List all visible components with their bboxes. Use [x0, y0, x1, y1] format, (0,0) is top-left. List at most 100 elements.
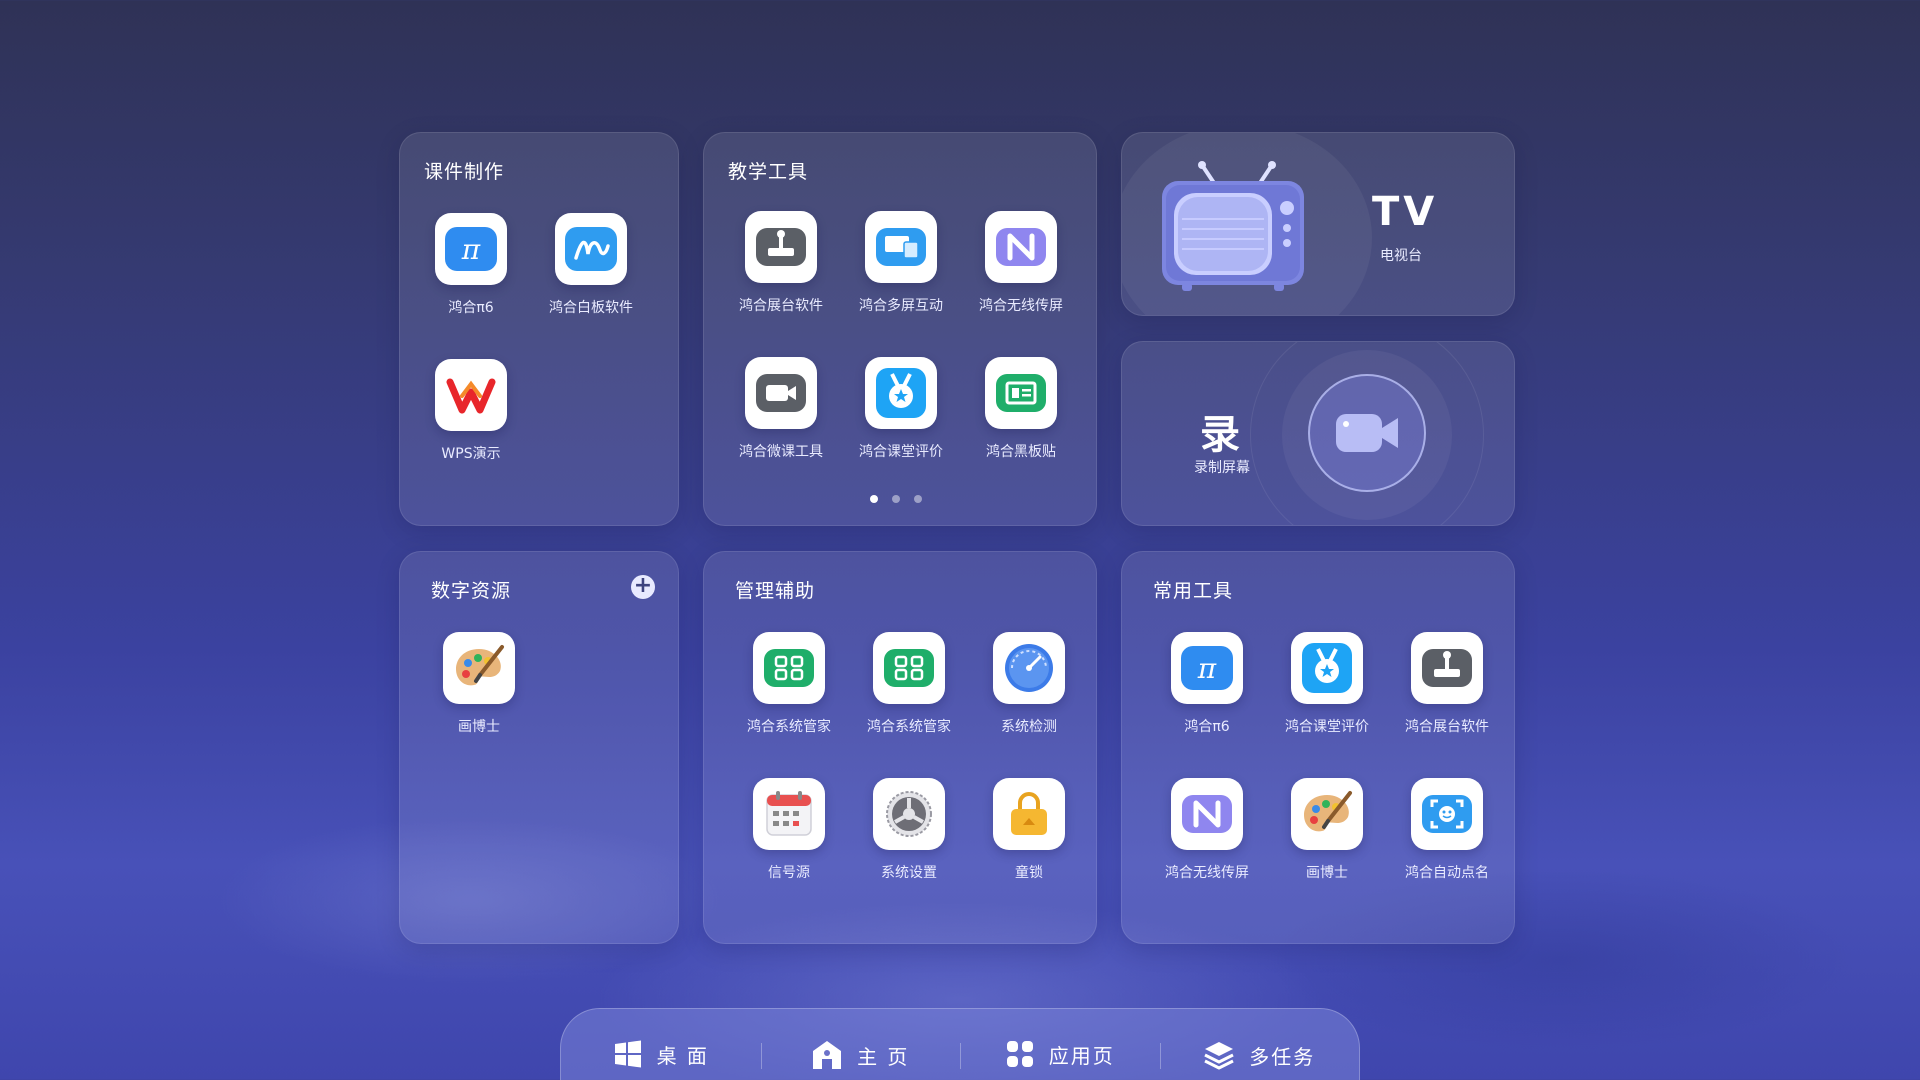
card-title: 课件制作 [424, 161, 505, 183]
taskbar-home[interactable]: 主 页 [760, 1039, 961, 1071]
record-button[interactable] [1308, 374, 1426, 492]
app-whiteboard[interactable]: 鸿合白板软件 [531, 213, 651, 317]
app-label: 鸿合系统管家 [867, 719, 951, 735]
app-label: 画博士 [1306, 865, 1348, 881]
common-tools-card: 常用工具 π 鸿合π6 鸿合课堂评价 鸿合展台软件 鸿合无线传屏 画博士 鸿合自… [1121, 551, 1515, 944]
app-class-evaluation[interactable]: 鸿合课堂评价 [841, 357, 961, 461]
wireless-cast-icon [985, 211, 1057, 283]
video-camera-icon [1336, 414, 1398, 452]
home-icon [813, 1041, 842, 1069]
document-camera-icon [1411, 632, 1483, 704]
bottom-taskbar: 桌 面 主 页 应用页 多任务 [560, 1008, 1360, 1080]
app-label: 画博士 [458, 719, 500, 735]
app-label: 鸿合展台软件 [1405, 719, 1489, 735]
app-system-manager-2[interactable]: 鸿合系统管家 [849, 632, 969, 736]
app-pi6[interactable]: π 鸿合π6 [411, 213, 531, 317]
taskbar-desktop[interactable]: 桌 面 [561, 1039, 761, 1069]
calendar-icon [753, 778, 825, 850]
app-paint-doctor[interactable]: 画博士 [1267, 778, 1387, 882]
app-label: 鸿合自动点名 [1405, 865, 1489, 881]
app-multiscreen[interactable]: 鸿合多屏互动 [841, 211, 961, 315]
app-label: 信号源 [768, 865, 810, 881]
app-wps[interactable]: WPS演示 [411, 359, 531, 463]
apps-grid-icon [1006, 1041, 1033, 1067]
record-title: 录 [1200, 412, 1240, 458]
app-label: 鸿合无线传屏 [1165, 865, 1249, 881]
document-camera-icon [745, 211, 817, 283]
app-document-camera[interactable]: 鸿合展台软件 [1387, 632, 1507, 736]
multiscreen-icon [865, 211, 937, 283]
medal-icon [1291, 632, 1363, 704]
taskbar-label: 应用页 [1048, 1043, 1115, 1068]
taskbar-label: 主 页 [857, 1044, 910, 1069]
card-title: 数字资源 [431, 580, 512, 602]
app-label: 鸿合无线传屏 [979, 298, 1063, 314]
app-label: 鸿合π6 [1184, 719, 1230, 735]
page-dot-1[interactable] [870, 495, 878, 503]
lock-icon [993, 778, 1065, 850]
whiteboard-icon [555, 213, 627, 285]
digital-resources-card: 数字资源 + 画博士 [399, 551, 679, 944]
screen-record-card[interactable]: 录 录制屏幕 [1121, 341, 1515, 526]
medal-icon [865, 357, 937, 429]
teaching-tools-card: 教学工具 鸿合展台软件 鸿合多屏互动 鸿合无线传屏 鸿合微课工具 鸿合课堂评价 [703, 132, 1097, 526]
app-child-lock[interactable]: 童锁 [969, 778, 1089, 882]
blackboard-icon [985, 357, 1057, 429]
app-micro-lesson[interactable]: 鸿合微课工具 [721, 357, 841, 461]
app-class-evaluation[interactable]: 鸿合课堂评价 [1267, 632, 1387, 736]
app-document-camera[interactable]: 鸿合展台软件 [721, 211, 841, 315]
app-signal-source[interactable]: 信号源 [729, 778, 849, 882]
app-label: 鸿合白板软件 [549, 300, 633, 316]
taskbar-label: 多任务 [1249, 1044, 1316, 1069]
page-dot-3[interactable] [914, 495, 922, 503]
app-label: 鸿合系统管家 [747, 719, 831, 735]
face-scan-icon [1411, 778, 1483, 850]
app-label: 系统设置 [881, 865, 937, 881]
tv-icon [1162, 161, 1304, 291]
app-paint-doctor[interactable]: 画博士 [419, 632, 539, 736]
page-dot-2[interactable] [892, 495, 900, 503]
wps-icon [435, 359, 507, 431]
management-card: 管理辅助 鸿合系统管家 鸿合系统管家 系统检测 信号源 系统设置 童锁 [703, 551, 1097, 944]
taskbar-label: 桌 面 [656, 1043, 709, 1068]
app-label: 鸿合课堂评价 [1285, 719, 1369, 735]
wireless-cast-icon [1171, 778, 1243, 850]
settings-icon [873, 778, 945, 850]
pi-icon: π [435, 213, 507, 285]
layers-icon [1204, 1042, 1234, 1070]
tv-card[interactable]: TV 电视台 [1121, 132, 1515, 316]
system-manager-icon [873, 632, 945, 704]
windows-icon [614, 1040, 641, 1068]
tv-title: TV [1372, 189, 1439, 235]
palette-icon [1291, 778, 1363, 850]
app-label: 鸿合黑板贴 [986, 444, 1056, 460]
app-wireless-cast[interactable]: 鸿合无线传屏 [961, 211, 1081, 315]
app-blackboard[interactable]: 鸿合黑板贴 [961, 357, 1081, 461]
app-system-manager[interactable]: 鸿合系统管家 [729, 632, 849, 736]
app-label: 鸿合展台软件 [739, 298, 823, 314]
app-system-check[interactable]: 系统检测 [969, 632, 1089, 736]
app-label: 系统检测 [1001, 719, 1057, 735]
video-camera-icon [745, 357, 817, 429]
app-system-settings[interactable]: 系统设置 [849, 778, 969, 882]
app-label: 鸿合π6 [448, 300, 494, 316]
tv-subtitle: 电视台 [1380, 248, 1422, 264]
app-label: 童锁 [1015, 865, 1043, 881]
app-label: 鸿合多屏互动 [859, 298, 943, 314]
taskbar-multitask[interactable]: 多任务 [1159, 1039, 1360, 1071]
add-resource-button[interactable]: + [631, 575, 655, 599]
pi-icon: π [1171, 632, 1243, 704]
app-auto-roll-call[interactable]: 鸿合自动点名 [1387, 778, 1507, 882]
app-pi6[interactable]: π 鸿合π6 [1147, 632, 1267, 736]
app-label: 鸿合微课工具 [739, 444, 823, 460]
card-title: 管理辅助 [735, 580, 816, 602]
courseware-card: 课件制作 π 鸿合π6 鸿合白板软件 WPS演示 [399, 132, 679, 526]
gauge-icon [993, 632, 1065, 704]
page-indicator[interactable] [870, 495, 922, 503]
record-subtitle: 录制屏幕 [1194, 460, 1250, 476]
taskbar-apps[interactable]: 应用页 [960, 1039, 1160, 1069]
app-wireless-cast[interactable]: 鸿合无线传屏 [1147, 778, 1267, 882]
palette-icon [443, 632, 515, 704]
system-manager-icon [753, 632, 825, 704]
app-label: WPS演示 [441, 446, 501, 462]
